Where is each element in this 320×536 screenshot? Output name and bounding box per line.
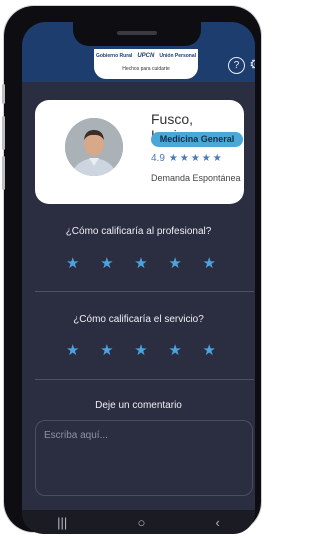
professional-rating-question: ¿Cómo calificaría al profesional? [65,226,212,237]
logo-gobierno: Gobierno Rural [95,53,133,59]
question-circle-icon[interactable]: ? [228,57,245,74]
recents-icon[interactable]: ||| [57,515,67,530]
camera-notch [73,22,201,46]
rating-stars: ★★★★★ [168,153,224,164]
comment-input[interactable] [35,420,253,496]
star-icon[interactable]: ★ [66,256,79,271]
doctor-card: Fusco, Luciano Medicina General 4.9★★★★★… [35,100,244,204]
service-rating-stars: ★ ★ ★ ★ ★ [66,343,216,358]
star-icon[interactable]: ★ [168,256,181,271]
speaker-grille [117,31,157,35]
star-icon[interactable]: ★ [203,256,216,271]
care-type: Demanda Espontánea [151,173,241,183]
rating-value: 4.9 [151,153,165,164]
logo-upcn: UPCN [137,53,155,59]
star-icon[interactable]: ★ [100,256,113,271]
brand-logo: Gobierno Rural UPCN Unión Personal Hecho… [94,49,198,79]
service-rating-question: ¿Cómo calificaría el servicio? [73,314,204,325]
star-icon[interactable]: ★ [134,256,147,271]
gear-icon[interactable]: ⚙ [248,57,255,72]
star-icon[interactable]: ★ [134,343,147,358]
home-icon[interactable]: ○ [137,515,145,530]
android-nav-bar: ||| ○ ‹ [22,510,255,534]
star-icon[interactable]: ★ [168,343,181,358]
brand-tagline: Hechos para cuidarte [122,66,170,72]
star-icon[interactable]: ★ [203,343,216,358]
section-divider [35,291,254,292]
doctor-avatar [65,118,123,176]
phone-side-button [2,156,5,190]
back-icon[interactable]: ‹ [216,515,220,530]
star-icon[interactable]: ★ [100,343,113,358]
phone-frame: Gobierno Rural UPCN Unión Personal Hecho… [2,6,261,534]
comment-label: Deje un comentario [95,400,182,411]
phone-side-button [2,116,5,150]
section-divider [35,379,254,380]
doctor-rating: 4.9 ★★★★★ [151,153,224,164]
phone-side-button [2,84,5,104]
app-screen: Gobierno Rural UPCN Unión Personal Hecho… [22,22,255,534]
star-icon[interactable]: ★ [66,343,79,358]
logo-union: Unión Personal [159,53,197,59]
professional-rating-stars: ★ ★ ★ ★ ★ [66,256,216,271]
specialty-badge: Medicina General [151,132,243,147]
